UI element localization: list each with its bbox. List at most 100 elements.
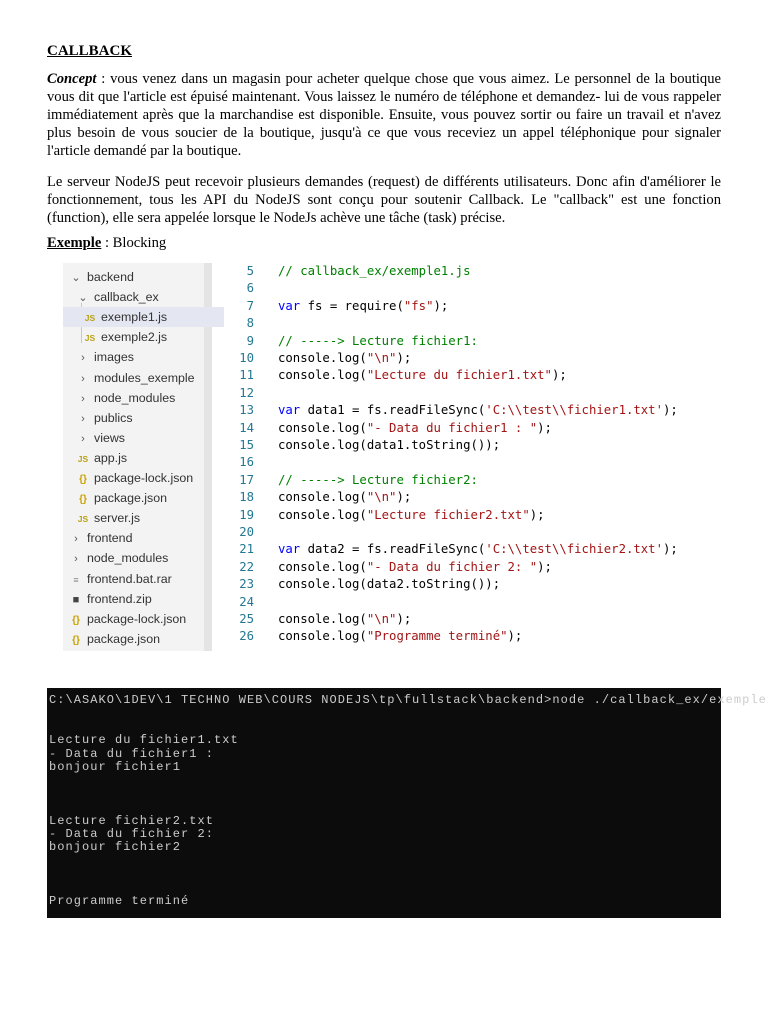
code-line: 9 // -----> Lecture fichier1: [225, 333, 478, 350]
terminal-line: bonjour fichier2 [49, 840, 182, 855]
code-token: "fs" [403, 298, 434, 313]
code-token: "Lecture du fichier1.txt" [366, 368, 552, 383]
explorer-item-label: frontend.bat.rar [87, 571, 172, 586]
explorer-item[interactable]: {} package-lock.json [63, 468, 217, 488]
chevron-right-icon: › [81, 392, 85, 405]
nodejs-paragraph: Le serveur NodeJS peut recevoir plusieur… [47, 174, 721, 226]
code-token: console.log( [278, 420, 367, 435]
line-number: 16 [239, 455, 254, 470]
code-line: 23 console.log(data2.toString()); [225, 576, 500, 593]
code-token: ); [433, 298, 449, 313]
chevron-down-icon: ⌄ [78, 292, 88, 305]
code-token: var [278, 542, 301, 557]
chevron-right-icon: › [74, 553, 78, 566]
explorer-item[interactable]: ⌄ callback_ex [63, 287, 217, 307]
explorer-item[interactable]: JS app.js [63, 448, 217, 468]
concept-text: : vous venez dans un magasin pour achete… [47, 71, 721, 159]
line-number: 23 [239, 577, 254, 592]
line-number: 24 [239, 594, 254, 609]
code-line: 8 [225, 315, 278, 332]
explorer-item-label: package.json [94, 491, 168, 506]
code-line: 15 console.log(data1.toString()); [225, 437, 500, 454]
explorer-item[interactable]: {} package-lock.json [63, 609, 210, 629]
terminal-line: Lecture du fichier1.txt [49, 733, 239, 748]
zip-icon: ■ [72, 593, 80, 606]
document-title: CALLBACK [47, 43, 133, 59]
line-number: 12 [239, 385, 254, 400]
explorer-item[interactable]: ■ frontend.zip [63, 589, 210, 609]
line-number: 14 [239, 420, 254, 435]
code-line: 22 console.log("- Data du fichier 2: "); [225, 559, 552, 576]
code-line: 10 console.log("\n"); [225, 350, 411, 367]
concept-label: Concept [47, 71, 97, 87]
code-line: 21 var data2 = fs.readFileSync('C:\\test\… [225, 541, 678, 558]
code-token: // -----> Lecture fichier2: [278, 472, 478, 487]
explorer-item[interactable]: › publics [63, 408, 217, 428]
explorer-item[interactable]: › node_modules [63, 548, 210, 568]
code-token: data2 = fs.readFileSync( [300, 542, 486, 557]
line-number: 11 [239, 368, 254, 383]
code-token: // -----> Lecture fichier1: [278, 333, 478, 348]
explorer-item-label: modules_exemple [94, 370, 195, 385]
code-token: // callback_ex/exemple1.js [278, 264, 471, 278]
explorer-item[interactable]: › node_modules [63, 388, 217, 408]
chevron-right-icon: › [81, 352, 85, 365]
code-token: "- Data du fichier1 : " [366, 420, 538, 435]
example-text: : Blocking [101, 235, 167, 251]
explorer-item-label: app.js [94, 450, 128, 465]
explorer-item-label: publics [94, 410, 133, 425]
explorer-item[interactable]: › modules_exemple [63, 368, 217, 388]
json-icon: {} [72, 634, 80, 646]
code-line: 18 console.log("\n"); [225, 489, 411, 506]
explorer-item[interactable]: JS server.js [63, 508, 217, 528]
code-line: 14 console.log("- Data du fichier1 : "); [225, 420, 552, 437]
code-token: var [278, 403, 301, 418]
code-line: 5 // callback_ex/exemple1.js [225, 263, 471, 280]
terminal-line: C:\ASAKO\1DEV\1 TECHNO WEB\COURS NODEJS\… [49, 693, 768, 707]
code-line: 11 console.log("Lecture du fichier1.txt")… [225, 367, 567, 384]
explorer-item-label: frontend [87, 531, 133, 546]
explorer-item-label: callback_ex [94, 290, 159, 305]
line-number: 22 [239, 559, 254, 574]
code-token: "Programme terminé" [366, 629, 508, 644]
explorer-item[interactable]: {} package.json [63, 629, 210, 649]
line-number: 10 [239, 351, 254, 365]
explorer-item-label: server.js [94, 511, 141, 526]
code-line: 24 [225, 594, 278, 611]
terminal-line: Programme terminé [49, 894, 190, 908]
line-number: 7 [246, 298, 254, 313]
line-number: 19 [239, 507, 254, 522]
line-number: 25 [239, 612, 254, 626]
explorer-item[interactable]: {} package.json [63, 488, 217, 508]
line-number: 8 [246, 316, 254, 331]
code-token: console.log( [278, 507, 367, 522]
code-token: "\n" [366, 490, 397, 505]
code-token: 'C:\\test\\fichier1.txt' [485, 403, 663, 418]
txt-icon: ≡ [73, 574, 79, 585]
explorer-item-label: package-lock.json [94, 471, 194, 485]
chevron-right-icon: › [81, 372, 85, 385]
line-number: 18 [239, 490, 254, 505]
example-heading: Exemple : Blocking [47, 235, 166, 252]
json-icon: {} [79, 494, 87, 506]
line-number: 21 [239, 542, 254, 557]
line-number: 17 [239, 472, 254, 487]
code-token: ); [396, 351, 412, 365]
explorer-item[interactable]: ⌄ backend [63, 267, 210, 287]
line-number: 5 [246, 264, 254, 278]
code-line: 13 var data1 = fs.readFileSync('C:\\test\… [225, 402, 678, 419]
json-icon: {} [72, 614, 80, 626]
explorer-item[interactable]: JS exemple1.js [63, 307, 224, 328]
code-token: console.log( [278, 490, 367, 505]
explorer-item[interactable]: JS exemple2.js [63, 327, 224, 347]
explorer-item[interactable]: › frontend [63, 528, 210, 548]
explorer-item[interactable]: › views [63, 428, 217, 448]
code-line: 12 [225, 385, 278, 402]
explorer-item-label: exemple2.js [101, 330, 168, 345]
explorer-item-label: views [94, 430, 125, 445]
code-line: 6 [225, 280, 278, 297]
explorer-item[interactable]: › images [63, 347, 217, 367]
line-number: 9 [246, 333, 254, 348]
code-line: 25 console.log("\n"); [225, 611, 411, 628]
explorer-item[interactable]: ≡ frontend.bat.rar [63, 569, 210, 589]
